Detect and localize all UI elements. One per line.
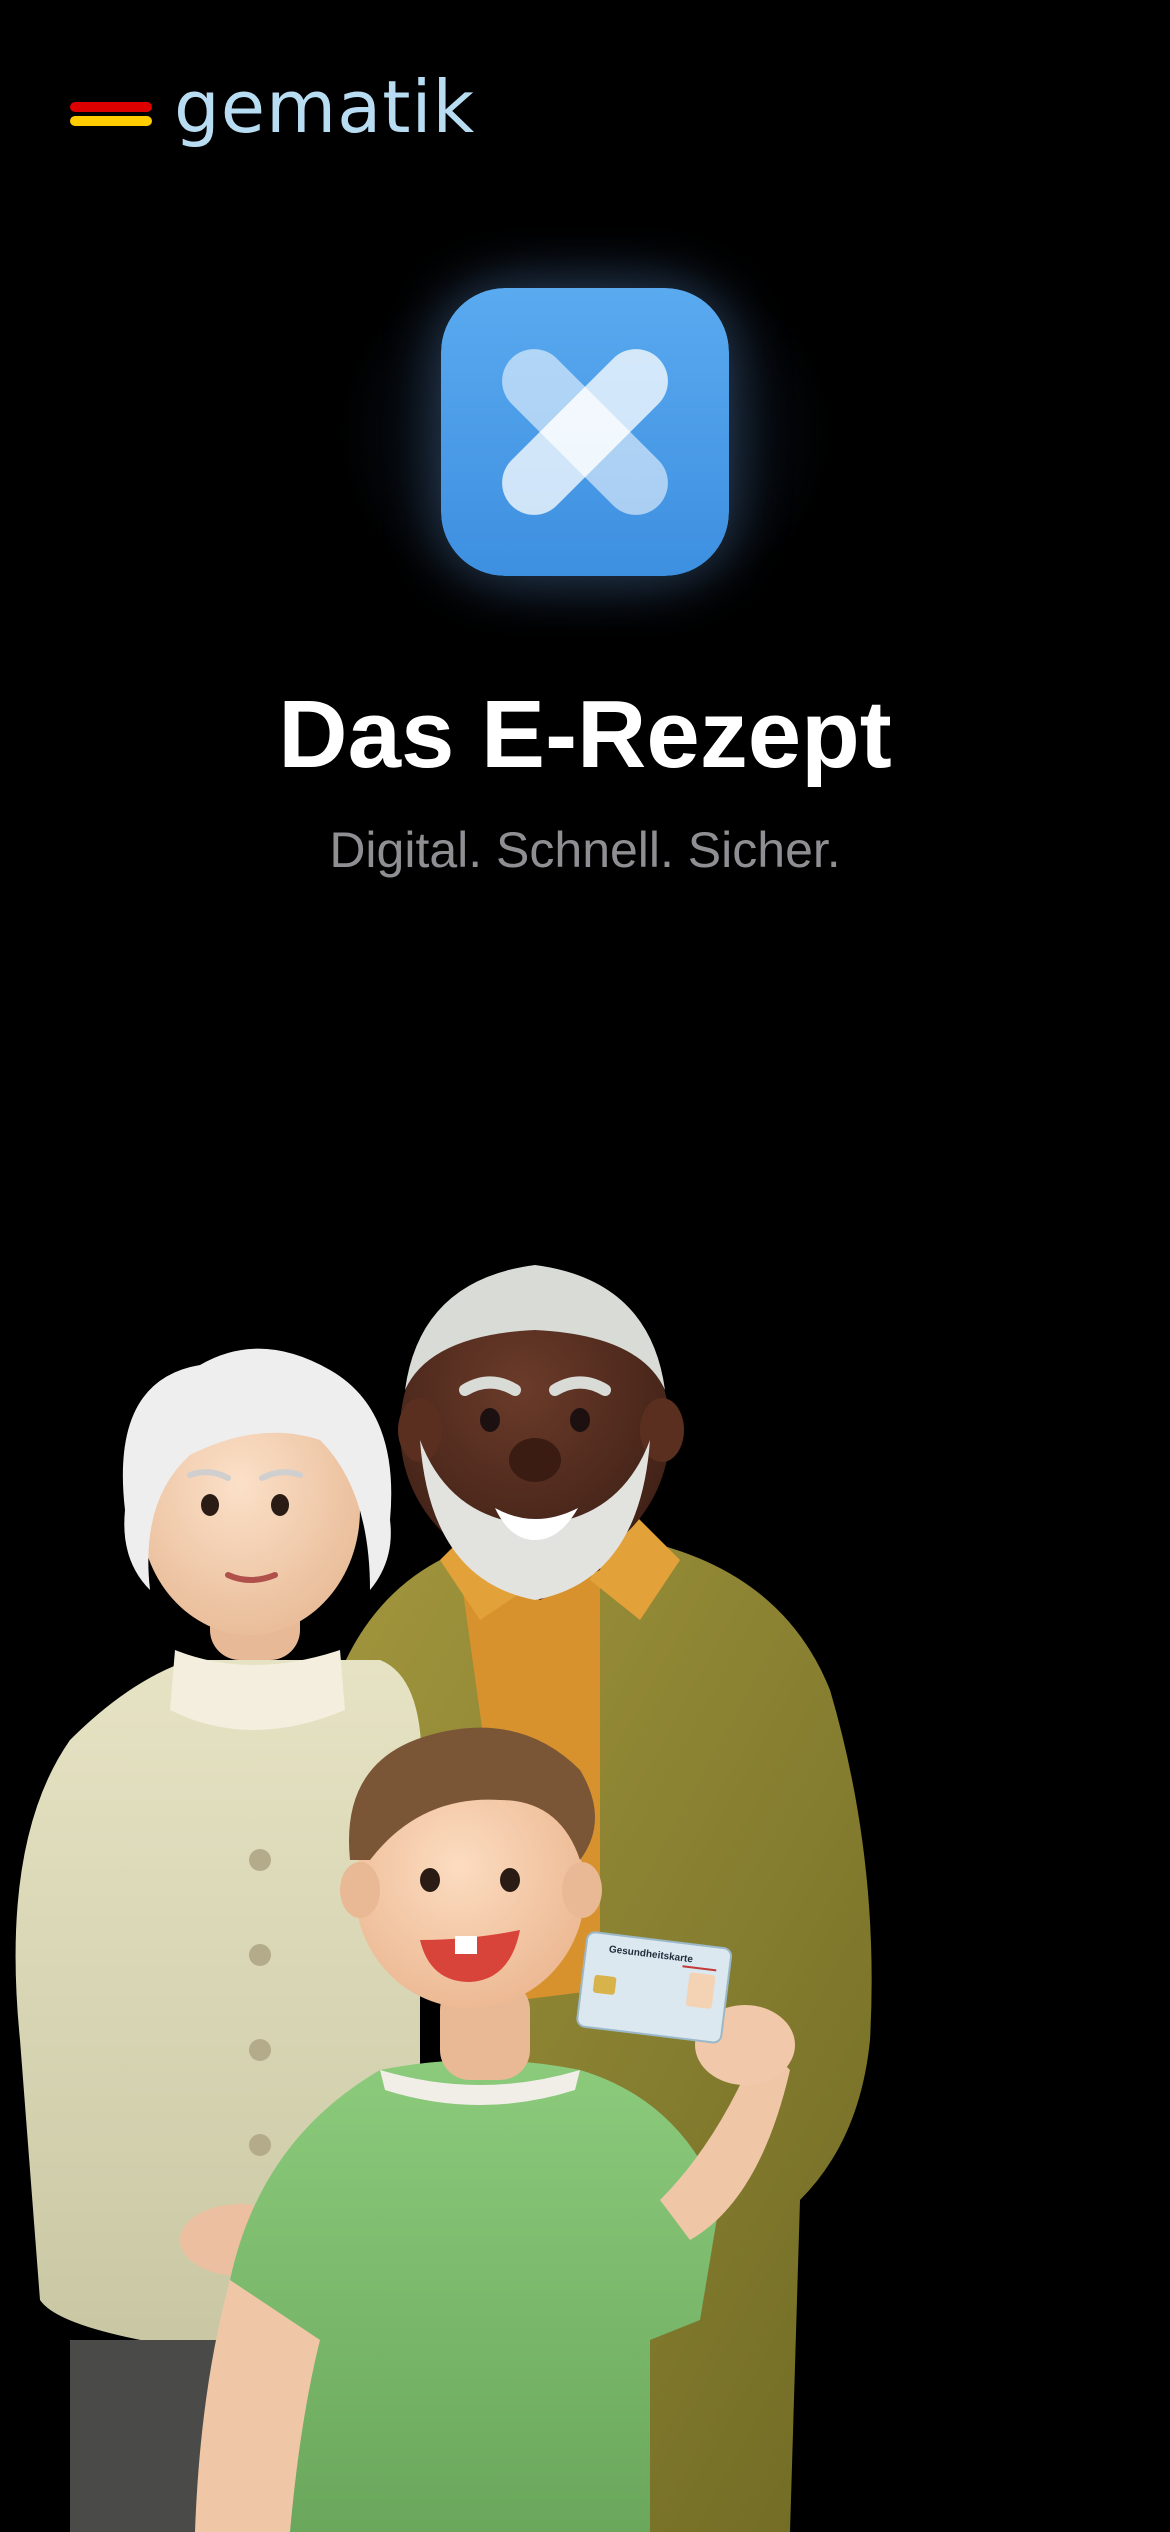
flag-stripe-gold xyxy=(70,116,152,126)
family-illustration: Gesundheitskarte xyxy=(0,1240,1170,2532)
page-subtitle: Digital. Schnell. Sicher. xyxy=(329,822,841,878)
brand-name: gematik xyxy=(174,65,476,149)
family-with-health-card-image: Gesundheitskarte xyxy=(15,1265,872,2532)
app-icon xyxy=(441,288,729,576)
flag-stripes-icon xyxy=(70,102,152,132)
e-rezept-plaster-icon xyxy=(441,288,729,576)
gematik-logo: gematik xyxy=(70,62,475,152)
page-title: Das E-Rezept xyxy=(278,681,892,788)
welcome-screen: gematik Das E-Rezept Digital. Schnell. S… xyxy=(0,0,1170,2532)
health-card: Gesundheitskarte xyxy=(576,1931,733,2044)
flag-stripe-red xyxy=(70,102,152,112)
